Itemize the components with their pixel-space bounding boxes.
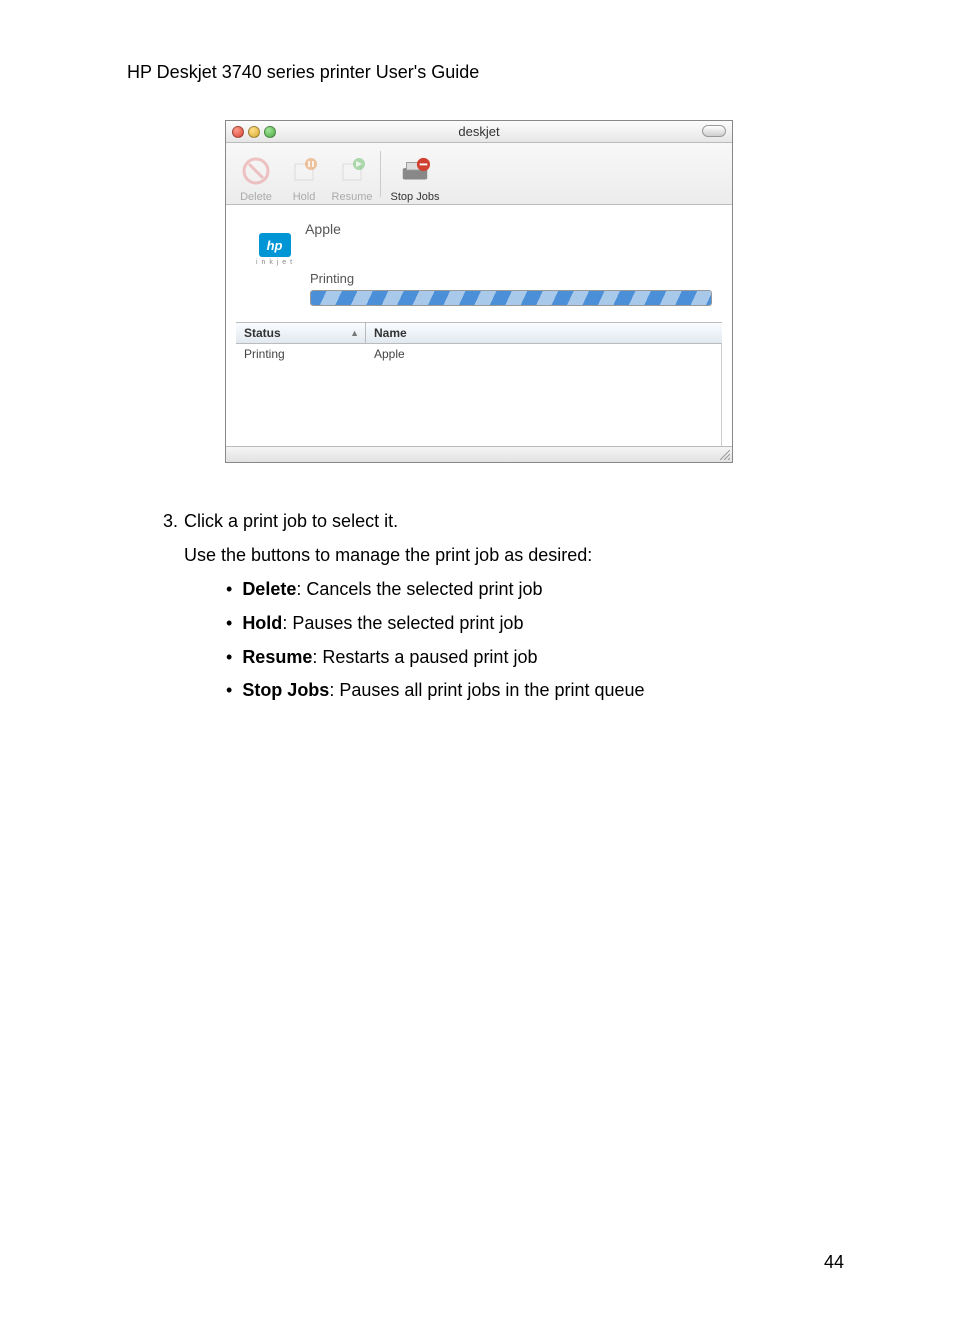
stop-jobs-button[interactable]: Stop Jobs (385, 145, 445, 203)
delete-label: Delete (240, 191, 272, 203)
bullet-desc: : Restarts a paused print job (312, 647, 537, 667)
table-header: Status ▲ Name (236, 322, 722, 344)
bullet-label: Resume (242, 647, 312, 667)
resume-icon (336, 155, 368, 187)
hp-logo-icon: hp (259, 233, 291, 257)
close-button[interactable] (232, 126, 244, 138)
progress-status-label: Printing (310, 271, 712, 286)
resize-grip-icon[interactable] (718, 448, 730, 460)
bullet-label: Hold (242, 613, 282, 633)
minimize-button[interactable] (248, 126, 260, 138)
hold-button[interactable]: Hold (280, 145, 328, 203)
hold-icon (288, 155, 320, 187)
toolbar: Delete Hold Resume (226, 143, 732, 205)
bullet-label: Delete (242, 579, 296, 599)
progress-fill (311, 291, 711, 305)
article-body: 3. Click a print job to select it. Use t… (148, 508, 828, 711)
cell-status: Printing (236, 345, 366, 363)
bullet-dot-icon: • (226, 576, 232, 604)
bullet-item: • Resume: Restarts a paused print job (222, 644, 828, 672)
resume-label: Resume (332, 191, 373, 203)
step-sub-text: Use the buttons to manage the print job … (184, 542, 828, 570)
zoom-button[interactable] (264, 126, 276, 138)
bullet-desc: : Cancels the selected print job (296, 579, 542, 599)
bullet-desc: : Pauses all print jobs in the print que… (329, 680, 644, 700)
hold-label: Hold (293, 191, 316, 203)
bullet-dot-icon: • (226, 644, 232, 672)
step-number: 3. (148, 508, 178, 536)
stop-jobs-icon (399, 155, 431, 187)
bullet-item: • Stop Jobs: Pauses all print jobs in th… (222, 677, 828, 705)
column-header-name[interactable]: Name (366, 323, 722, 343)
print-queue-window: deskjet Delete Hold (225, 120, 733, 463)
toolbar-divider (380, 151, 381, 197)
printer-icon-wrap: hp i n k j e t (256, 219, 293, 266)
traffic-lights (226, 126, 276, 138)
delete-icon (240, 155, 272, 187)
step-item: 3. Click a print job to select it. (148, 508, 828, 536)
title-bar: deskjet (226, 121, 732, 143)
progress-section: Printing (236, 271, 722, 312)
content-area: hp i n k j e t Apple Printing Status ▲ N… (226, 205, 732, 446)
printer-model-label: i n k j e t (256, 259, 293, 266)
progress-bar (310, 290, 712, 306)
bullet-item: • Delete: Cancels the selected print job (222, 576, 828, 604)
current-job-name: Apple (305, 219, 341, 237)
page-header: HP Deskjet 3740 series printer User's Gu… (127, 62, 479, 83)
bullet-dot-icon: • (226, 677, 232, 705)
delete-button[interactable]: Delete (232, 145, 280, 203)
bullet-label: Stop Jobs (242, 680, 329, 700)
resume-button[interactable]: Resume (328, 145, 376, 203)
window-title: deskjet (226, 124, 732, 139)
cell-name: Apple (366, 345, 721, 363)
job-table: Status ▲ Name Printing Apple (236, 322, 722, 446)
bullet-desc: : Pauses the selected print job (282, 613, 523, 633)
column-header-status[interactable]: Status ▲ (236, 323, 366, 343)
table-body: Printing Apple (236, 344, 722, 446)
toolbar-toggle-button[interactable] (702, 125, 726, 137)
table-row[interactable]: Printing Apple (236, 344, 721, 364)
bullet-list: • Delete: Cancels the selected print job… (222, 576, 828, 706)
bullet-dot-icon: • (226, 610, 232, 638)
stop-jobs-label: Stop Jobs (391, 191, 440, 203)
step-text: Click a print job to select it. (184, 508, 398, 536)
page-number: 44 (824, 1252, 844, 1273)
job-info: hp i n k j e t Apple (236, 213, 722, 271)
bullet-item: • Hold: Pauses the selected print job (222, 610, 828, 638)
window-footer (226, 446, 732, 462)
sort-indicator-icon: ▲ (350, 328, 359, 338)
